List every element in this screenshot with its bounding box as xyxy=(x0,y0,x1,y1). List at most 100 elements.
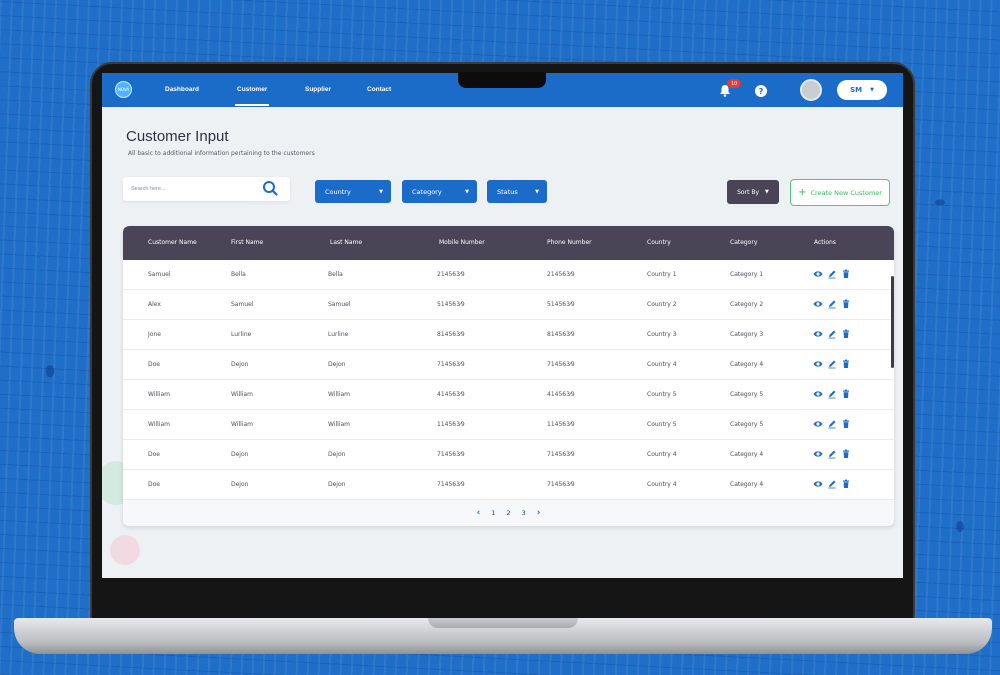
column-header-customer-name[interactable]: Customer Name xyxy=(148,239,197,246)
nav-link-customer[interactable]: Customer xyxy=(237,86,267,93)
status-filter-dropdown[interactable]: Status ▼ xyxy=(487,180,547,203)
view-icon[interactable] xyxy=(813,269,823,279)
column-header-phone-number[interactable]: Phone Number xyxy=(547,239,592,246)
table-row[interactable]: Alex Samuel Samuel 514563⁄9 514563⁄9 Country … xyxy=(123,290,894,320)
cell-category: Category 3 xyxy=(730,331,764,338)
avatar[interactable] xyxy=(800,79,822,101)
delete-icon[interactable] xyxy=(841,479,851,489)
column-header-category[interactable]: Category xyxy=(730,239,757,246)
delete-icon[interactable] xyxy=(841,269,851,279)
nav-link-supplier[interactable]: Supplier xyxy=(305,86,331,93)
delete-icon[interactable] xyxy=(841,419,851,429)
search-input[interactable] xyxy=(131,183,251,195)
row-actions xyxy=(813,419,851,429)
cell-phone-number: 714563⁄9 xyxy=(547,451,575,458)
customer-table: Customer Name First Name Last Name Mobil… xyxy=(123,226,894,526)
sort-by-label: Sort By xyxy=(737,188,759,196)
status-filter-label: Status xyxy=(497,187,518,196)
nav-link-contact[interactable]: Contact xyxy=(367,86,391,93)
delete-icon[interactable] xyxy=(841,449,851,459)
cell-country: Country 3 xyxy=(647,331,677,338)
cell-country: Country 5 xyxy=(647,421,677,428)
cell-mobile-number: 514563⁄9 xyxy=(437,301,465,308)
cell-phone-number: 814563⁄9 xyxy=(547,331,575,338)
cell-phone-number: 414563⁄9 xyxy=(547,391,575,398)
column-header-country[interactable]: Country xyxy=(647,239,671,246)
delete-icon[interactable] xyxy=(841,359,851,369)
table-row[interactable]: William William William 414563⁄9 414563⁄9 Cou… xyxy=(123,380,894,410)
column-header-first-name[interactable]: First Name xyxy=(231,239,263,246)
cell-mobile-number: 714563⁄9 xyxy=(437,451,465,458)
page-button-2[interactable]: 2 xyxy=(506,509,510,517)
row-actions xyxy=(813,449,851,459)
edit-icon[interactable] xyxy=(827,389,837,399)
create-new-customer-button[interactable]: + Create New Customer xyxy=(790,179,890,206)
cell-mobile-number: 814563⁄9 xyxy=(437,331,465,338)
sort-by-button[interactable]: Sort By ▼ xyxy=(727,180,779,204)
cell-first-name: Samuel xyxy=(231,301,254,308)
edit-icon[interactable] xyxy=(827,359,837,369)
help-icon[interactable]: ? xyxy=(755,85,767,97)
table-row[interactable]: William William William 114563⁄9 114563⁄9 Cou… xyxy=(123,410,894,440)
cell-first-name: Dejon xyxy=(231,361,249,368)
cell-mobile-number: 714563⁄9 xyxy=(437,481,465,488)
cell-last-name: Lurline xyxy=(328,331,349,338)
app-logo[interactable]: NOVA xyxy=(115,81,132,98)
view-icon[interactable] xyxy=(813,419,823,429)
category-filter-dropdown[interactable]: Category ▼ xyxy=(402,180,477,203)
page-title: Customer Input xyxy=(126,128,229,145)
chevron-down-icon: ▼ xyxy=(379,188,383,195)
table-row[interactable]: Doe Dejon Dejon 714563⁄9 714563⁄9 Country 4 Ca… xyxy=(123,440,894,470)
delete-icon[interactable] xyxy=(841,329,851,339)
cell-last-name: Bella xyxy=(328,271,343,278)
edit-icon[interactable] xyxy=(827,419,837,429)
view-icon[interactable] xyxy=(813,359,823,369)
cell-last-name: Dejon xyxy=(328,451,346,458)
page-button-3[interactable]: 3 xyxy=(522,509,526,517)
edit-icon[interactable] xyxy=(827,449,837,459)
table-scrollbar[interactable] xyxy=(891,276,894,368)
user-menu-button[interactable]: SM ▼ xyxy=(837,80,887,100)
view-icon[interactable] xyxy=(813,479,823,489)
active-nav-indicator xyxy=(235,104,269,106)
page-button-1[interactable]: 1 xyxy=(491,509,495,517)
cell-customer-name: Doe xyxy=(148,451,160,458)
cell-country: Country 2 xyxy=(647,301,677,308)
cell-customer-name: William xyxy=(148,421,170,428)
view-icon[interactable] xyxy=(813,389,823,399)
cell-category: Category 5 xyxy=(730,421,764,428)
chevron-down-icon: ▼ xyxy=(535,188,539,195)
country-filter-dropdown[interactable]: Country ▼ xyxy=(315,180,391,203)
view-icon[interactable] xyxy=(813,449,823,459)
cell-mobile-number: 214563⁄9 xyxy=(437,271,465,278)
app-screen: NOVA Dashboard Customer Supplier Contact… xyxy=(102,73,903,578)
cell-category: Category 4 xyxy=(730,481,764,488)
table-row[interactable]: Jone Lurline Lurline 814563⁄9 814563⁄9 Countr… xyxy=(123,320,894,350)
previous-page-button[interactable]: ‹ xyxy=(477,508,481,518)
delete-icon[interactable] xyxy=(841,299,851,309)
next-page-button[interactable]: › xyxy=(537,508,541,518)
table-row[interactable]: Samuel Bella Bella 214563⁄9 214563⁄9 Country … xyxy=(123,260,894,290)
edit-icon[interactable] xyxy=(827,479,837,489)
column-header-mobile-number[interactable]: Mobile Number xyxy=(439,239,485,246)
nav-link-dashboard[interactable]: Dashboard xyxy=(165,86,199,93)
cell-first-name: William xyxy=(231,421,253,428)
cell-last-name: William xyxy=(328,391,350,398)
row-actions xyxy=(813,299,851,309)
table-row[interactable]: Doe Dejon Dejon 714563⁄9 714563⁄9 Country 4 Ca… xyxy=(123,470,894,500)
table-row[interactable]: Doe Dejon Dejon 714563⁄9 714563⁄9 Country 4 Ca… xyxy=(123,350,894,380)
cell-phone-number: 214563⁄9 xyxy=(547,271,575,278)
view-icon[interactable] xyxy=(813,299,823,309)
search-icon[interactable] xyxy=(261,179,279,197)
cell-last-name: Dejon xyxy=(328,361,346,368)
view-icon[interactable] xyxy=(813,329,823,339)
delete-icon[interactable] xyxy=(841,389,851,399)
edit-icon[interactable] xyxy=(827,299,837,309)
edit-icon[interactable] xyxy=(827,329,837,339)
table-header: Customer Name First Name Last Name Mobil… xyxy=(123,226,894,260)
column-header-last-name[interactable]: Last Name xyxy=(330,239,362,246)
cell-category: Category 4 xyxy=(730,361,764,368)
edit-icon[interactable] xyxy=(827,269,837,279)
notification-count-badge: 10 xyxy=(727,79,741,88)
chevron-down-icon: ▼ xyxy=(870,87,874,93)
